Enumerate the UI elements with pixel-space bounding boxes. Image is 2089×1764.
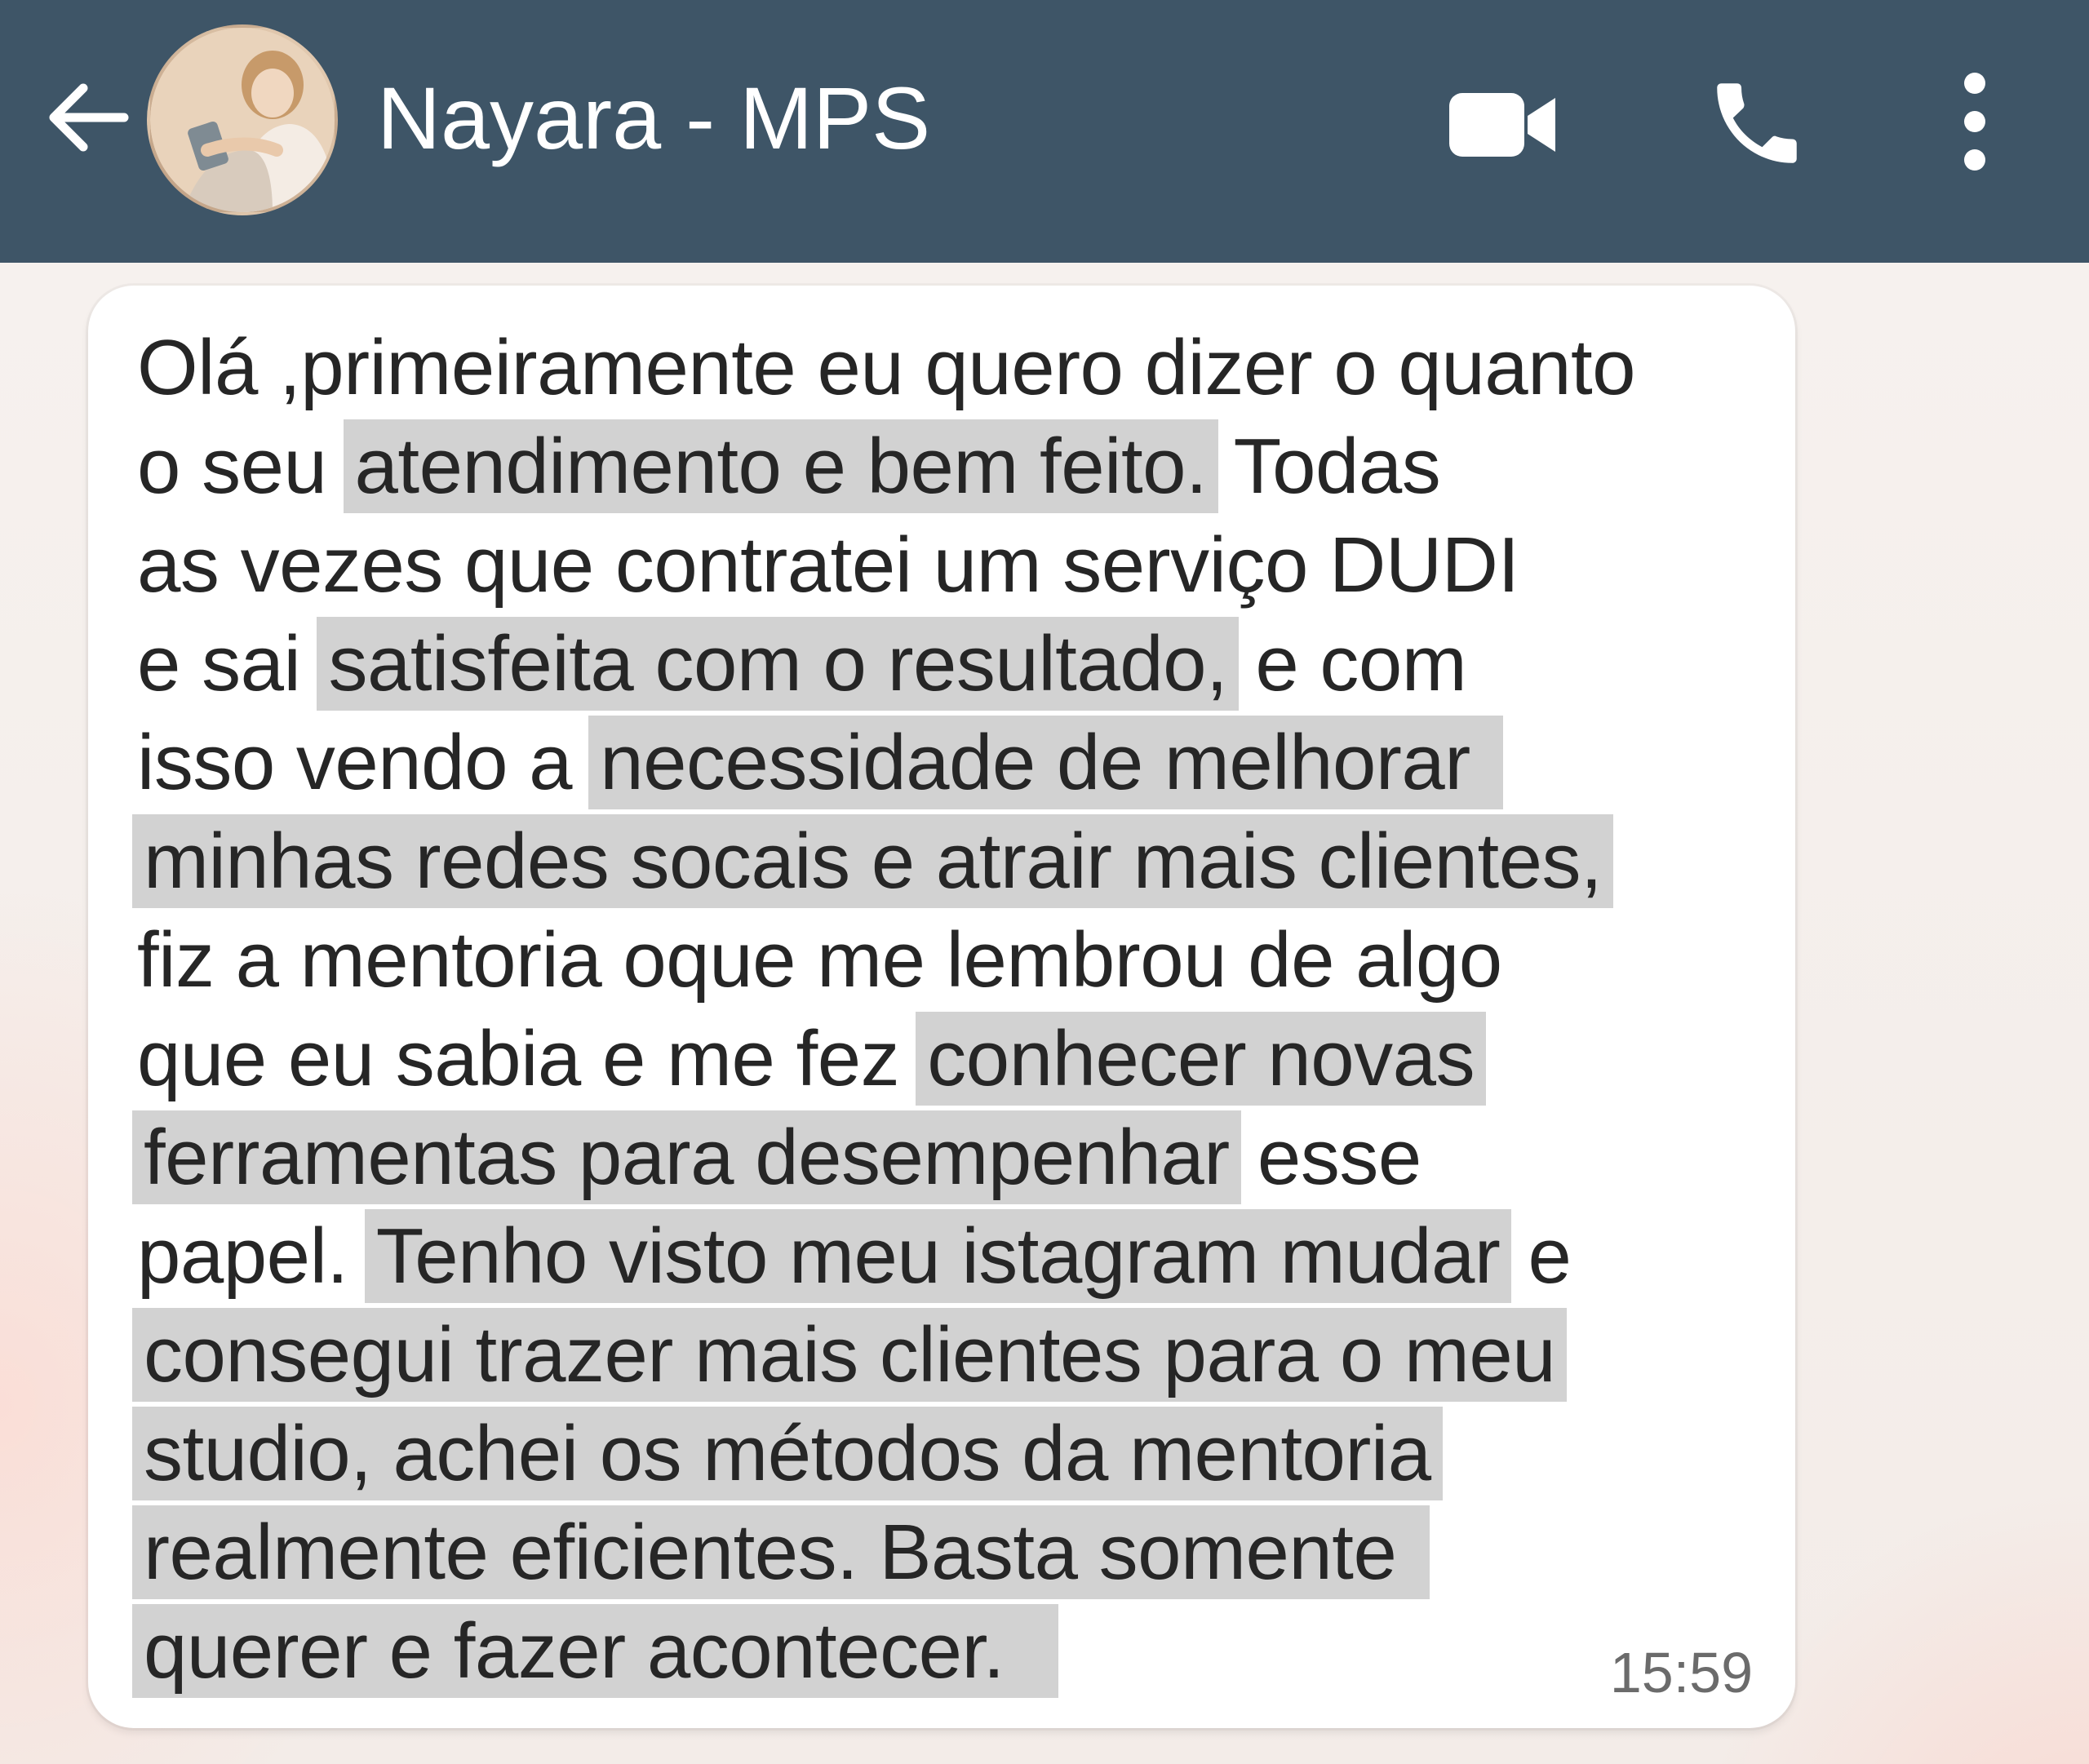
message-line: papel. Tenho visto meu istagram mudar e bbox=[137, 1207, 1777, 1305]
message-bubble[interactable]: Olá ,primeiramente eu quero dizer o quan… bbox=[88, 286, 1795, 1728]
message-line: Olá ,primeiramente eu quero dizer o quan… bbox=[137, 318, 1777, 417]
highlighted-text: consegui trazer mais clientes para o meu bbox=[132, 1308, 1568, 1402]
video-camera-icon[interactable] bbox=[1443, 80, 1565, 170]
highlighted-text: querer e fazer acontecer. bbox=[132, 1604, 1059, 1698]
message-text-segment: esse bbox=[1235, 1114, 1421, 1201]
message-line: isso vendo a necessidade de melhorar bbox=[137, 713, 1777, 812]
message-line: fiz a mentoria oque me lembrou de algo bbox=[137, 911, 1777, 1009]
highlighted-text: minhas redes socais e atrair mais client… bbox=[132, 814, 1614, 908]
message-line: realmente eficientes. Basta somente bbox=[132, 1503, 1777, 1602]
more-options-icon[interactable] bbox=[1942, 69, 2007, 175]
message-line: e sai satisfeita com o resultado, e com bbox=[137, 614, 1777, 713]
message-text-segment: que eu sabia e me fez bbox=[137, 1015, 921, 1102]
message-text-segment: e bbox=[1506, 1212, 1572, 1300]
message-line: que eu sabia e me fez conhecer novas bbox=[137, 1009, 1777, 1108]
message-line: consegui trazer mais clientes para o meu bbox=[132, 1305, 1777, 1404]
contact-avatar[interactable] bbox=[147, 24, 338, 215]
message-line: ferramentas para desempenhar esse bbox=[132, 1108, 1777, 1207]
message-text-segment: o seu bbox=[137, 423, 348, 510]
contact-name[interactable]: Nayara - MPS bbox=[377, 65, 930, 171]
highlighted-text: conhecer novas bbox=[916, 1012, 1487, 1106]
message-text-segment: Todas bbox=[1213, 423, 1441, 510]
message-line: as vezes que contratei um serviço DUDI bbox=[137, 516, 1777, 614]
message-text-segment: isso vendo a bbox=[137, 719, 594, 806]
highlighted-text: realmente eficientes. Basta somente bbox=[132, 1505, 1430, 1599]
highlighted-text: necessidade de melhorar bbox=[588, 716, 1503, 809]
message-text-segment: as vezes que contratei um serviço DUDI bbox=[137, 521, 1519, 609]
message-text: Olá ,primeiramente eu quero dizer o quan… bbox=[132, 318, 1777, 1700]
message-line: querer e fazer acontecer. bbox=[132, 1602, 1777, 1700]
highlighted-text: studio, achei os métodos da mentoria bbox=[132, 1407, 1443, 1500]
message-line: studio, achei os métodos da mentoria bbox=[132, 1404, 1777, 1503]
message-text-segment: papel. bbox=[137, 1212, 370, 1300]
message-text-segment: fiz a mentoria oque me lembrou de algo bbox=[137, 916, 1502, 1004]
message-text-segment: e com bbox=[1234, 620, 1467, 707]
message-line: o seu atendimento e bem feito. Todas bbox=[137, 417, 1777, 516]
highlighted-text: satisfeita com o resultado, bbox=[317, 617, 1240, 711]
highlighted-text: Tenho visto meu istagram mudar bbox=[364, 1209, 1512, 1303]
message-text-segment: e sai bbox=[137, 620, 322, 707]
highlighted-text: ferramentas para desempenhar bbox=[132, 1110, 1241, 1204]
highlighted-text: atendimento e bem feito. bbox=[343, 419, 1219, 513]
chat-header: Nayara - MPS bbox=[0, 0, 2089, 263]
message-text-segment: Olá ,primeiramente eu quero dizer o quan… bbox=[137, 324, 1636, 411]
back-arrow-icon[interactable] bbox=[39, 69, 137, 166]
phone-icon[interactable] bbox=[1704, 70, 1810, 176]
message-line: minhas redes socais e atrair mais client… bbox=[132, 812, 1777, 911]
message-time: 15:59 bbox=[1609, 1641, 1753, 1704]
